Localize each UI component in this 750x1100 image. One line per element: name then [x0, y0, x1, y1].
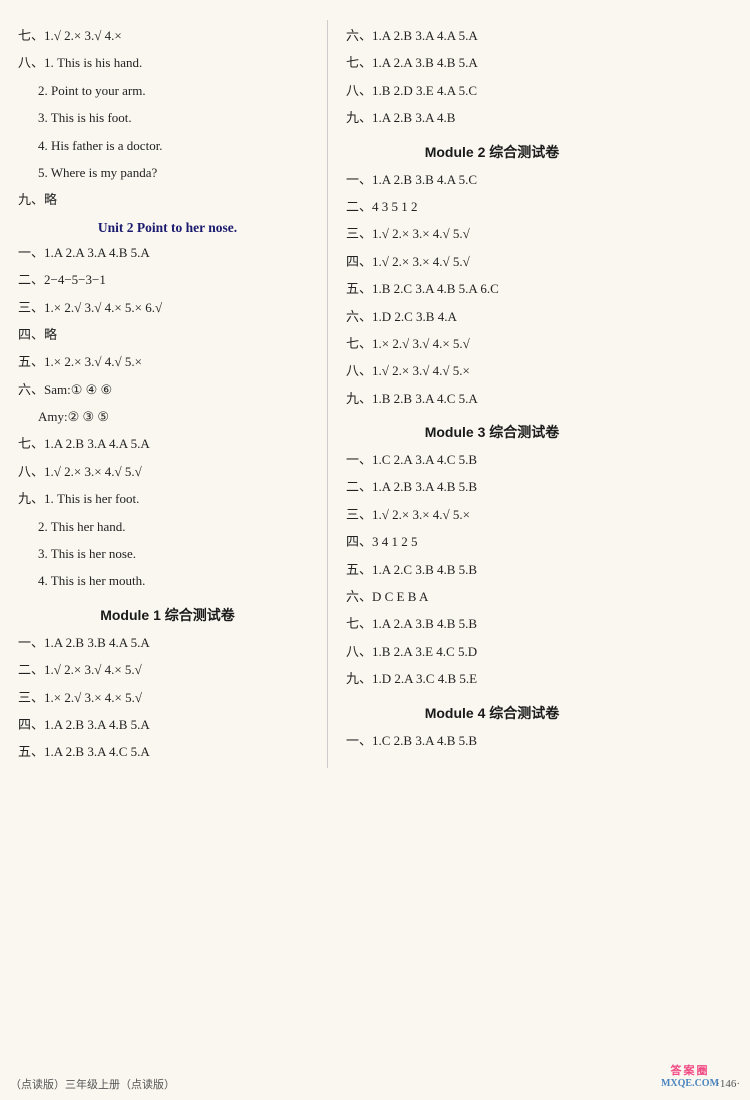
- module-title: Module 1 综合测试卷: [18, 605, 317, 625]
- answer-line: 三、1.× 2.√ 3.× 4.× 5.√: [18, 686, 317, 709]
- answer-line: 七、1.A 2.A 3.B 4.B 5.A: [346, 51, 638, 74]
- answer-line: 九、1.B 2.B 3.A 4.C 5.A: [346, 387, 638, 410]
- answer-line: 六、1.D 2.C 3.B 4.A: [346, 305, 638, 328]
- answer-line: 4. His father is a doctor.: [18, 134, 317, 157]
- content-area: 七、1.√ 2.× 3.√ 4.× 八、1. This is his hand. 2…: [18, 20, 732, 768]
- module-title: Module 2 综合测试卷: [346, 142, 638, 162]
- answer-line: 六、Sam:① ④ ⑥: [18, 378, 317, 401]
- answer-line: 八、1.B 2.D 3.E 4.A 5.C: [346, 79, 638, 102]
- answer-line: 五、1.A 2.C 3.B 4.B 5.B: [346, 558, 638, 581]
- answer-line: 一、1.A 2.A 3.A 4.B 5.A: [18, 241, 317, 264]
- watermark: 答案圈 MXQE.COM: [630, 1050, 750, 1100]
- answer-line: 六、1.A 2.B 3.A 4.A 5.A: [346, 24, 638, 47]
- answer-line: 3. This is his foot.: [18, 106, 317, 129]
- answer-line: 九、1.D 2.A 3.C 4.B 5.E: [346, 667, 638, 690]
- answer-line: 八、1.√ 2.× 3.× 4.√ 5.√: [18, 460, 317, 483]
- answer-line: 一、1.C 2.B 3.A 4.B 5.B: [346, 729, 638, 752]
- watermark-line2: MXQE.COM: [661, 1078, 719, 1089]
- answer-line: 2. This her hand.: [18, 515, 317, 538]
- watermark-line1: 答案圈: [671, 1062, 710, 1078]
- unit-title: Unit 2 Point to her nose.: [18, 220, 317, 236]
- answer-line: 九、1.A 2.B 3.A 4.B: [346, 106, 638, 129]
- answer-line: 八、1.B 2.A 3.E 4.C 5.D: [346, 640, 638, 663]
- answer-line: 七、1.√ 2.× 3.√ 4.×: [18, 24, 317, 47]
- answer-line: 九、略: [18, 188, 317, 211]
- answer-line: 八、1.√ 2.× 3.√ 4.√ 5.×: [346, 359, 638, 382]
- answer-line: 八、1. This is his hand.: [18, 51, 317, 74]
- answer-line: 四、3 4 1 2 5: [346, 530, 638, 553]
- answer-line: 五、1.A 2.B 3.A 4.C 5.A: [18, 740, 317, 763]
- answer-line: 三、1.√ 2.× 3.× 4.√ 5.×: [346, 503, 638, 526]
- left-column: 七、1.√ 2.× 3.√ 4.× 八、1. This is his hand. 2…: [18, 20, 328, 768]
- answer-line: 四、1.A 2.B 3.A 4.B 5.A: [18, 713, 317, 736]
- answer-line: 2. Point to your arm.: [18, 79, 317, 102]
- answer-line: 七、1.× 2.√ 3.√ 4.× 5.√: [346, 332, 638, 355]
- answer-line: 三、1.√ 2.× 3.× 4.√ 5.√: [346, 222, 638, 245]
- answer-line: 二、1.A 2.B 3.A 4.B 5.B: [346, 475, 638, 498]
- module-title: Module 3 综合测试卷: [346, 422, 638, 442]
- answer-line: 四、略: [18, 323, 317, 346]
- answer-line: 4. This is her mouth.: [18, 569, 317, 592]
- answer-line: 七、1.A 2.B 3.A 4.A 5.A: [18, 432, 317, 455]
- answer-line: 五、1.B 2.C 3.A 4.B 5.A 6.C: [346, 277, 638, 300]
- answer-line: 二、2−4−5−3−1: [18, 268, 317, 291]
- answer-line: 3. This is her nose.: [18, 542, 317, 565]
- answer-line: 5. Where is my panda?: [18, 161, 317, 184]
- footer-left: （点读版）三年级上册（点读版）: [10, 1076, 175, 1092]
- answer-line: 五、1.× 2.× 3.√ 4.√ 5.×: [18, 350, 317, 373]
- answer-line: 二、1.√ 2.× 3.√ 4.× 5.√: [18, 658, 317, 681]
- answer-line: 九、1. This is her foot.: [18, 487, 317, 510]
- answer-line: Amy:② ③ ⑤: [18, 405, 317, 428]
- answer-line: 一、1.A 2.B 3.B 4.A 5.A: [18, 631, 317, 654]
- answer-line: 六、D C E B A: [346, 585, 638, 608]
- answer-line: 四、1.√ 2.× 3.× 4.√ 5.√: [346, 250, 638, 273]
- answer-line: 七、1.A 2.A 3.B 4.B 5.B: [346, 612, 638, 635]
- answer-line: 三、1.× 2.√ 3.√ 4.× 5.× 6.√: [18, 296, 317, 319]
- page: 七、1.√ 2.× 3.√ 4.× 八、1. This is his hand. 2…: [0, 0, 750, 1100]
- right-column: 六、1.A 2.B 3.A 4.A 5.A 七、1.A 2.A 3.B 4.B 5…: [328, 20, 638, 768]
- answer-line: 一、1.A 2.B 3.B 4.A 5.C: [346, 168, 638, 191]
- answer-line: 二、4 3 5 1 2: [346, 195, 638, 218]
- module-title: Module 4 综合测试卷: [346, 703, 638, 723]
- answer-line: 一、1.C 2.A 3.A 4.C 5.B: [346, 448, 638, 471]
